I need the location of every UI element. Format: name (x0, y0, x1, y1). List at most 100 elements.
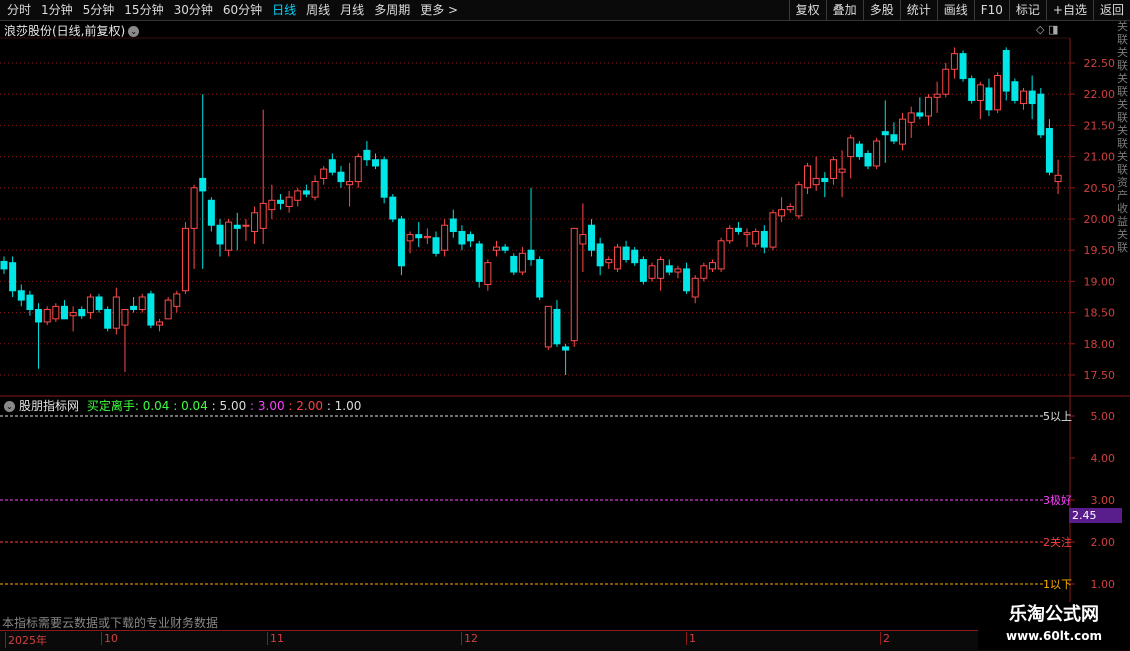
candle-body (570, 227, 578, 342)
candle-body (216, 224, 224, 245)
candle-body (847, 137, 855, 158)
period-tab-4[interactable]: 30分钟 (169, 0, 218, 20)
tool-button-3[interactable]: 统计 (899, 0, 937, 20)
indicator-value-3: : 3.00 (246, 399, 285, 413)
candle-body (864, 152, 872, 167)
tool-button-1[interactable]: 叠加 (825, 0, 863, 20)
period-tab-9[interactable]: 多周期 (369, 0, 415, 20)
diamond-icon[interactable]: ◇ (1036, 23, 1044, 36)
candle-body (674, 268, 682, 273)
candle-body (510, 255, 518, 273)
tool-button-4[interactable]: 画线 (936, 0, 974, 20)
candle-body (726, 227, 734, 242)
candle-body (130, 305, 138, 310)
candle-body (1054, 174, 1062, 183)
period-tab-6[interactable]: 日线 (267, 0, 301, 20)
kline-chart[interactable]: 22.5022.0021.5021.0020.5020.0019.5019.00… (0, 0, 1130, 650)
candle-body (544, 305, 552, 348)
candle-body (1037, 93, 1045, 136)
candle-body (786, 206, 794, 211)
tool-button-2[interactable]: 多股 (862, 0, 900, 20)
period-tab-10[interactable]: 更多 > (415, 0, 463, 20)
indicator-level-label: 1以下 (1043, 578, 1072, 591)
candle-body (916, 112, 924, 117)
tool-button-0[interactable]: 复权 (788, 0, 826, 20)
period-tab-0[interactable]: 分时 (2, 0, 36, 20)
indicator-value-4: : 2.00 (284, 399, 323, 413)
indicator-tick-label: 3.00 (1091, 494, 1116, 507)
candle-body (994, 74, 1002, 111)
candle-body (899, 118, 907, 145)
watermark-title: 乐淘公式网 (1009, 604, 1099, 625)
period-tab-8[interactable]: 月线 (335, 0, 369, 20)
price-tick-label: 22.00 (1084, 88, 1116, 101)
stock-title-label: 浪莎股份(日线,前复权) (4, 24, 126, 38)
tool-button-5[interactable]: F10 (973, 0, 1009, 20)
candle-body (924, 96, 932, 117)
indicator-value-5: : 1.00 (323, 399, 362, 413)
panel-toggle-icon[interactable]: ◨ (1048, 23, 1058, 36)
candle-body (579, 234, 587, 245)
candle-body (752, 230, 760, 245)
chevron-down-icon[interactable]: ⌄ (4, 401, 15, 412)
candle-body (199, 177, 207, 192)
candle-body (164, 299, 172, 320)
candle-body (467, 234, 475, 242)
chevron-down-icon[interactable]: ⌄ (128, 26, 140, 37)
candle-body (691, 277, 699, 298)
current-value-tag: 2.45 (1069, 508, 1122, 523)
candle-body (259, 202, 267, 229)
period-tab-3[interactable]: 15分钟 (119, 0, 168, 20)
candle-body (475, 243, 483, 282)
period-tab-5[interactable]: 60分钟 (218, 0, 267, 20)
candle-body (233, 224, 241, 229)
candle-body (657, 259, 665, 279)
candle-body (942, 68, 950, 95)
candle-body (631, 249, 639, 264)
indicator-label: 买定离手: (86, 399, 139, 413)
time-axis-label: 2025年 (5, 632, 47, 648)
candle-body (43, 308, 51, 323)
price-tick-label: 21.00 (1084, 151, 1116, 164)
tool-button-6[interactable]: 标记 (1008, 0, 1046, 20)
candle-body (78, 308, 86, 317)
candle-body (562, 346, 570, 351)
tool-buttons: 复权 叠加 多股 统计 画线 F10 标记 +自选 返回 (788, 0, 1130, 20)
candle-body (302, 190, 310, 195)
candle-body (121, 308, 129, 326)
watermark: 乐淘公式网 www.60lt.com (978, 602, 1130, 650)
period-tab-1[interactable]: 1分钟 (36, 0, 78, 20)
candle-body (683, 268, 691, 292)
candle-body (52, 305, 60, 320)
indicator-tick-label: 2.00 (1091, 536, 1116, 549)
candle-body (415, 234, 423, 239)
price-tick-label: 19.50 (1084, 244, 1116, 257)
candle-body (26, 294, 34, 310)
candle-body (0, 260, 8, 270)
candle-body (760, 230, 768, 248)
candle-body (933, 93, 941, 98)
candle-body (147, 293, 155, 326)
indicator-level-label: 3极好 (1043, 493, 1072, 507)
candle-body (838, 168, 846, 173)
tool-button-8[interactable]: 返回 (1092, 0, 1130, 20)
candle-body (518, 252, 526, 273)
tool-button-7[interactable]: +自选 (1045, 0, 1093, 20)
candle-body (536, 259, 544, 298)
candle-body (449, 218, 457, 232)
period-tab-7[interactable]: 周线 (301, 0, 335, 20)
candle-body (553, 308, 561, 345)
candle-body (346, 181, 354, 186)
candle-body (648, 265, 656, 279)
indicator-name[interactable]: 股朋指标网 (19, 399, 79, 413)
candle-body (985, 87, 993, 111)
stock-title[interactable]: 浪莎股份(日线,前复权) ⌄ (4, 22, 140, 39)
candle-body (225, 221, 233, 251)
candle-body (268, 199, 276, 211)
period-tab-2[interactable]: 5分钟 (78, 0, 120, 20)
time-axis-label: 11 (267, 632, 284, 645)
candle-body (95, 296, 103, 310)
indicator-value-2: : 5.00 (207, 399, 247, 413)
candle-body (389, 196, 397, 220)
candle-body (873, 140, 881, 167)
